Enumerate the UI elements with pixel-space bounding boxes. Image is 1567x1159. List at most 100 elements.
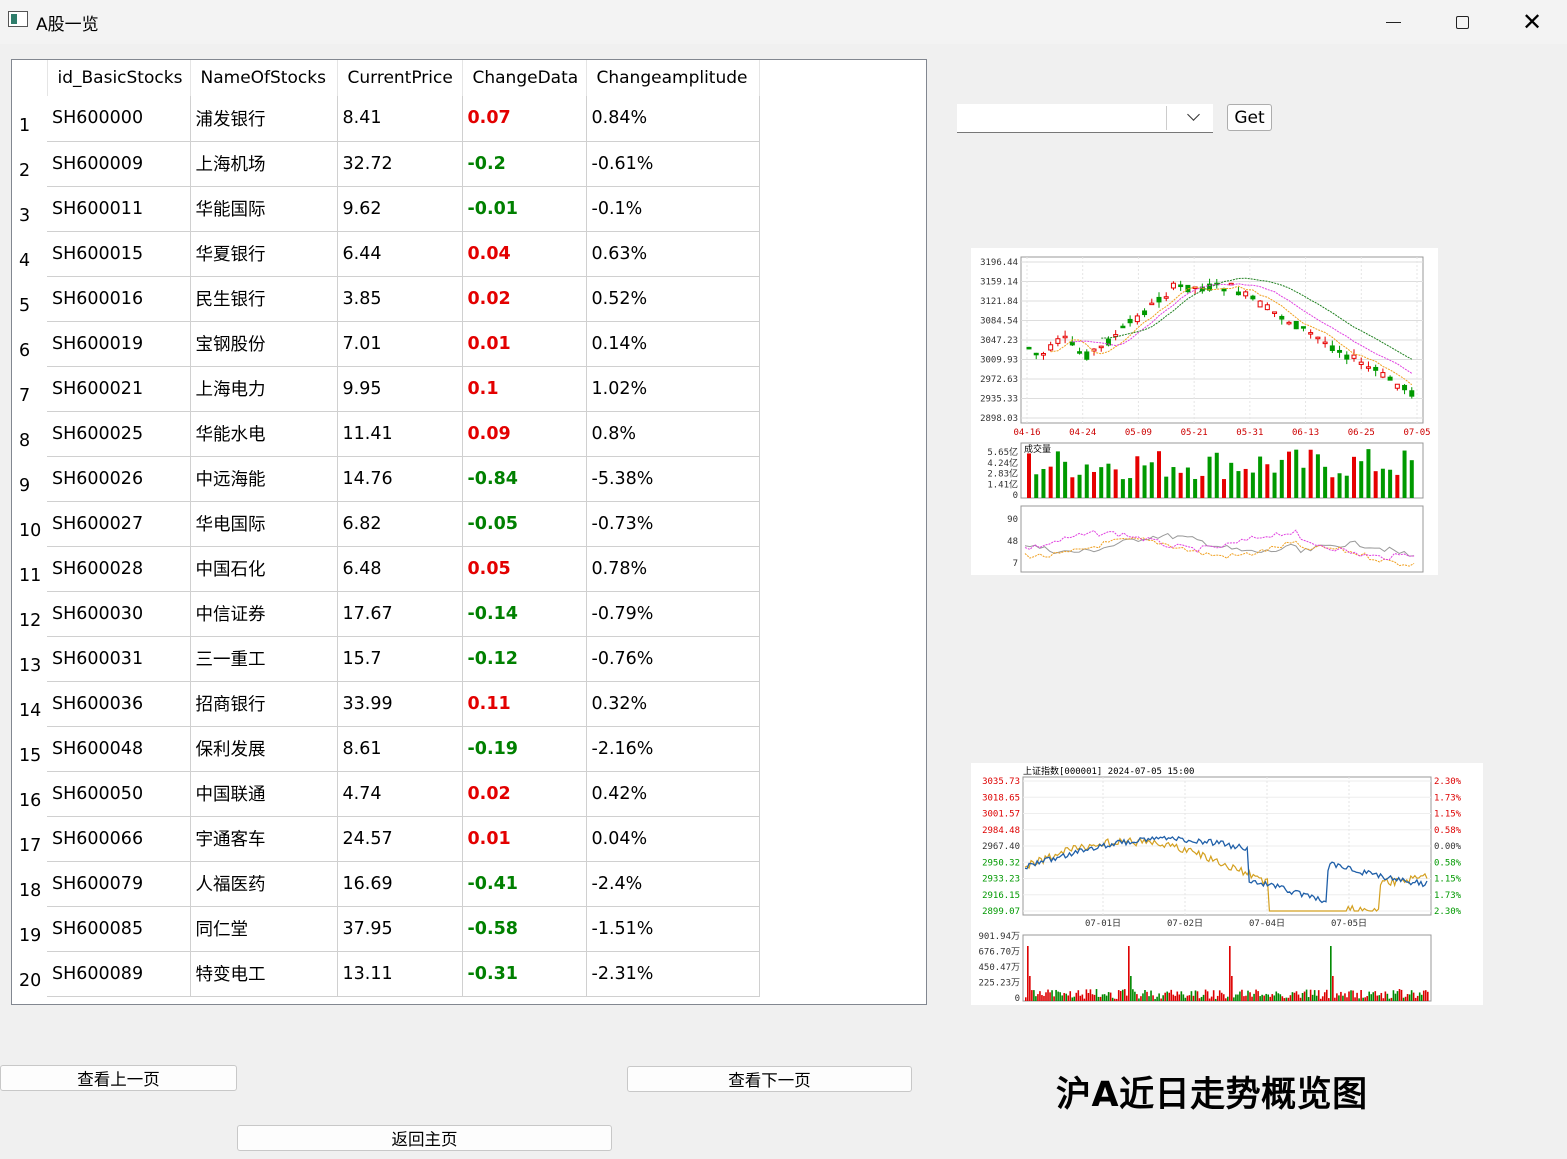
get-button[interactable]: Get [1227,104,1272,131]
table-row[interactable]: 5 SH600016 民生银行 3.85 0.02 0.52% [12,276,760,322]
cell-change[interactable]: -0.12 [462,636,587,682]
table-row[interactable]: 12 SH600030 中信证券 17.67 -0.14 -0.79% [12,591,760,637]
table-row[interactable]: 10 SH600027 华电国际 6.82 -0.05 -0.73% [12,501,760,547]
table-row[interactable]: 11 SH600028 中国石化 6.48 0.05 0.78% [12,546,760,592]
cell-price[interactable]: 16.69 [337,861,463,907]
cell-name[interactable]: 招商银行 [190,681,338,727]
cell-id[interactable]: SH600000 [47,96,191,142]
cell-price[interactable]: 37.95 [337,906,463,952]
row-number[interactable]: 14 [12,681,47,726]
cell-id[interactable]: SH600031 [47,636,191,682]
cell-name[interactable]: 三一重工 [190,636,338,682]
cell-amplitude[interactable]: -2.16% [586,726,760,772]
cell-amplitude[interactable]: -0.61% [586,141,760,187]
chevron-down-icon[interactable] [1187,108,1200,121]
cell-change[interactable]: 0.01 [462,321,587,367]
table-row[interactable]: 4 SH600015 华夏银行 6.44 0.04 0.63% [12,231,760,277]
cell-id[interactable]: SH600028 [47,546,191,592]
cell-amplitude[interactable]: 0.32% [586,681,760,727]
table-row[interactable]: 17 SH600066 宇通客车 24.57 0.01 0.04% [12,816,760,862]
table-row[interactable]: 14 SH600036 招商银行 33.99 0.11 0.32% [12,681,760,727]
row-number[interactable]: 2 [12,141,47,186]
cell-name[interactable]: 华夏银行 [190,231,338,277]
cell-amplitude[interactable]: -5.38% [586,456,760,502]
row-number[interactable]: 8 [12,411,47,456]
minimize-button[interactable] [1358,0,1428,44]
cell-change[interactable]: -0.84 [462,456,587,502]
row-number[interactable]: 16 [12,771,47,816]
cell-amplitude[interactable]: 1.02% [586,366,760,412]
cell-id[interactable]: SH600036 [47,681,191,727]
cell-id[interactable]: SH600021 [47,366,191,412]
table-row[interactable]: 18 SH600079 人福医药 16.69 -0.41 -2.4% [12,861,760,907]
cell-id[interactable]: SH600085 [47,906,191,952]
cell-name[interactable]: 中国联通 [190,771,338,817]
cell-price[interactable]: 11.41 [337,411,463,457]
header-price[interactable]: CurrentPrice [337,60,463,96]
row-number[interactable]: 10 [12,501,47,546]
row-number[interactable]: 13 [12,636,47,681]
cell-change[interactable]: -0.01 [462,186,587,232]
cell-amplitude[interactable]: 0.42% [586,771,760,817]
row-number[interactable]: 18 [12,861,47,906]
cell-change[interactable]: 0.09 [462,411,587,457]
cell-name[interactable]: 人福医药 [190,861,338,907]
cell-price[interactable]: 14.76 [337,456,463,502]
stock-table[interactable]: id_BasicStocks NameOfStocks CurrentPrice… [11,59,927,1005]
header-id[interactable]: id_BasicStocks [47,60,191,96]
cell-price[interactable]: 32.72 [337,141,463,187]
cell-name[interactable]: 浦发银行 [190,96,338,142]
cell-name[interactable]: 中远海能 [190,456,338,502]
cell-id[interactable]: SH600066 [47,816,191,862]
table-row[interactable]: 16 SH600050 中国联通 4.74 0.02 0.42% [12,771,760,817]
table-row[interactable]: 2 SH600009 上海机场 32.72 -0.2 -0.61% [12,141,760,187]
row-number[interactable]: 4 [12,231,47,276]
cell-change[interactable]: -0.58 [462,906,587,952]
cell-change[interactable]: -0.19 [462,726,587,772]
cell-price[interactable]: 7.01 [337,321,463,367]
cell-change[interactable]: -0.31 [462,951,587,997]
cell-name[interactable]: 宝钢股份 [190,321,338,367]
cell-id[interactable]: SH600048 [47,726,191,772]
row-number[interactable]: 3 [12,186,47,231]
cell-amplitude[interactable]: -0.76% [586,636,760,682]
table-row[interactable]: 7 SH600021 上海电力 9.95 0.1 1.02% [12,366,760,412]
cell-id[interactable]: SH600026 [47,456,191,502]
cell-price[interactable]: 6.44 [337,231,463,277]
cell-id[interactable]: SH600009 [47,141,191,187]
cell-price[interactable]: 17.67 [337,591,463,637]
row-number[interactable]: 12 [12,591,47,636]
cell-amplitude[interactable]: -0.1% [586,186,760,232]
cell-amplitude[interactable]: -1.51% [586,906,760,952]
cell-price[interactable]: 6.82 [337,501,463,547]
cell-change[interactable]: 0.07 [462,96,587,142]
cell-change[interactable]: 0.1 [462,366,587,412]
cell-amplitude[interactable]: 0.63% [586,231,760,277]
cell-amplitude[interactable]: 0.78% [586,546,760,592]
cell-change[interactable]: 0.11 [462,681,587,727]
home-button[interactable]: 返回主页 [237,1125,612,1151]
cell-change[interactable]: -0.2 [462,141,587,187]
cell-name[interactable]: 中信证券 [190,591,338,637]
cell-id[interactable]: SH600089 [47,951,191,997]
next-page-button[interactable]: 查看下一页 [627,1066,912,1092]
cell-id[interactable]: SH600027 [47,501,191,547]
cell-change[interactable]: -0.05 [462,501,587,547]
cell-id[interactable]: SH600011 [47,186,191,232]
cell-name[interactable]: 民生银行 [190,276,338,322]
cell-price[interactable]: 8.41 [337,96,463,142]
cell-change[interactable]: 0.02 [462,771,587,817]
table-row[interactable]: 19 SH600085 同仁堂 37.95 -0.58 -1.51% [12,906,760,952]
cell-name[interactable]: 同仁堂 [190,906,338,952]
table-row[interactable]: 9 SH600026 中远海能 14.76 -0.84 -5.38% [12,456,760,502]
cell-amplitude[interactable]: 0.14% [586,321,760,367]
cell-price[interactable]: 15.7 [337,636,463,682]
cell-change[interactable]: 0.02 [462,276,587,322]
cell-id[interactable]: SH600079 [47,861,191,907]
cell-id[interactable]: SH600016 [47,276,191,322]
prev-page-button[interactable]: 查看上一页 [0,1065,237,1091]
table-row[interactable]: 20 SH600089 特变电工 13.11 -0.31 -2.31% [12,951,760,997]
maximize-button[interactable] [1427,0,1497,44]
cell-name[interactable]: 华电国际 [190,501,338,547]
cell-name[interactable]: 上海电力 [190,366,338,412]
